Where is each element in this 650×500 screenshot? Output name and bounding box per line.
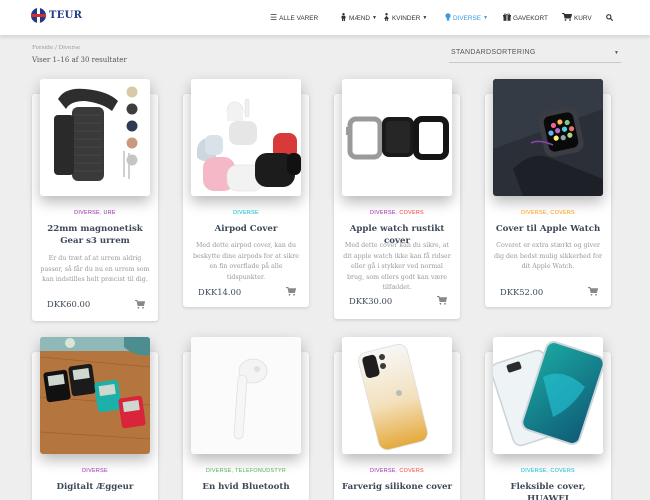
product-categories: DIVERSE, URE: [74, 210, 116, 216]
product-image[interactable]: [493, 337, 603, 454]
flag-icon: [31, 8, 46, 23]
category-link[interactable]: COVERS: [550, 210, 575, 216]
category-link[interactable]: DIVERSE: [370, 468, 396, 474]
product-description: Er du træt af at urrem aldrig passer, så…: [40, 255, 150, 283]
product-card[interactable]: DIVERSE, TELEFONUDSTYR En hvid Bluetooth: [183, 337, 309, 500]
nav-label: MÆND: [349, 14, 370, 22]
product-categories: DIVERSE, COVERS: [370, 210, 424, 216]
product-title[interactable]: Farverig silikone cover: [340, 481, 454, 493]
nav-label: KVINDER: [392, 14, 421, 22]
gift-icon: [503, 13, 511, 23]
silicone-cover-image: [342, 337, 452, 454]
product-price: DKK14.00: [198, 287, 242, 297]
category-link[interactable]: COVERS: [399, 210, 424, 216]
category-link[interactable]: DIVERSE: [521, 468, 547, 474]
nav-item-kvinder[interactable]: KVINDER ▼: [383, 13, 427, 23]
category-link[interactable]: TELEFONUDSTYR: [235, 468, 286, 474]
sort-select[interactable]: STANDARDSORTERING ▼: [449, 47, 621, 63]
sort-value: STANDARDSORTERING: [451, 49, 536, 56]
egg-timer-image: [40, 337, 150, 454]
product-image[interactable]: [493, 79, 603, 196]
main-nav: ☰ ALLE VARER MÆND ▼ KVINDER ▼ DIVERSE ▼: [270, 11, 650, 25]
product-title[interactable]: Digitalt Æggeur: [38, 481, 152, 493]
chevron-down-icon: ▼: [422, 15, 428, 21]
watch-strap-image: [40, 79, 150, 196]
product-categories: DIVERSE, COVERS: [521, 210, 575, 216]
bulb-icon: [445, 13, 451, 23]
top-navbar: TEUR ☰ ALLE VARER MÆND ▼ KVINDER ▼ DIVER…: [0, 0, 650, 35]
woman-icon: [383, 13, 390, 23]
product-description: Coveret er extra stærkt og giver dig den…: [493, 242, 603, 270]
product-title[interactable]: Airpod Cover: [189, 223, 303, 235]
nav-item-alle-varer[interactable]: ☰ ALLE VARER: [270, 14, 318, 22]
product-image[interactable]: [342, 79, 452, 196]
product-price: DKK52.00: [500, 287, 544, 297]
category-link[interactable]: DIVERSE: [74, 210, 100, 216]
cart-icon: [562, 13, 573, 23]
nav-item-diverse[interactable]: DIVERSE ▼: [445, 13, 488, 23]
product-price: DKK60.00: [47, 299, 91, 309]
product-card[interactable]: DIVERSE, COVERS Apple watch rustikt cove…: [334, 79, 460, 319]
add-to-cart-icon[interactable]: [437, 296, 447, 305]
nav-label: KURV: [574, 14, 592, 22]
category-link[interactable]: COVERS: [399, 468, 424, 474]
nav-label: DIVERSE: [453, 14, 482, 22]
man-icon: [340, 13, 347, 23]
product-card[interactable]: DIVERSE, COVERS Farverig silikone cover: [334, 337, 460, 500]
product-categories: DIVERSE: [183, 210, 309, 216]
category-link[interactable]: URE: [104, 210, 116, 216]
product-price: DKK30.00: [349, 296, 393, 306]
add-to-cart-icon[interactable]: [135, 300, 145, 309]
search-icon: [606, 13, 614, 23]
category-link[interactable]: DIVERSE: [521, 210, 547, 216]
search-button[interactable]: [606, 13, 614, 23]
nav-item-kurv[interactable]: KURV: [562, 13, 592, 23]
product-title[interactable]: 22mm magnonetisk Gear s3 urrem: [38, 223, 152, 247]
add-to-cart-icon[interactable]: [588, 287, 598, 296]
product-image[interactable]: [191, 337, 301, 454]
add-to-cart-icon[interactable]: [286, 287, 296, 296]
product-description: Med dette airpod cover, kan du beskytte …: [192, 242, 300, 281]
nav-label: ALLE VARER: [279, 14, 319, 22]
chevron-down-icon: ▼: [483, 15, 489, 21]
product-image[interactable]: [40, 337, 150, 454]
product-image[interactable]: [342, 337, 452, 454]
product-card[interactable]: DIVERSE, COVERS Cover til Apple Watch Co…: [485, 79, 611, 307]
huawei-cover-image: [493, 337, 603, 454]
brand-logo[interactable]: TEUR: [31, 8, 82, 23]
brand-name: TEUR: [49, 10, 83, 21]
category-link[interactable]: DIVERSE: [82, 468, 108, 474]
product-description: Med dette cover kan du sikre, at dit app…: [343, 242, 451, 291]
product-title[interactable]: Fleksible cover, HUAWEI: [491, 481, 605, 500]
bluetooth-earbud-image: [191, 337, 301, 454]
product-image[interactable]: [40, 79, 150, 196]
result-count: Viser 1–16 af 30 resultater: [32, 56, 127, 64]
product-title[interactable]: Cover til Apple Watch: [491, 223, 605, 235]
category-link[interactable]: DIVERSE: [233, 210, 259, 216]
category-link[interactable]: COVERS: [550, 468, 575, 474]
product-categories: DIVERSE, TELEFONUDSTYR: [205, 468, 287, 474]
list-icon: ☰: [270, 13, 278, 22]
dropdown-arrow-icon: ▼: [614, 50, 619, 56]
airpod-cover-image: [191, 79, 301, 196]
nav-item-maend[interactable]: MÆND ▼: [340, 13, 377, 23]
product-card[interactable]: DIVERSE, COVERS Fleksible cover, HUAWEI: [485, 337, 611, 500]
product-image[interactable]: [191, 79, 301, 196]
product-card[interactable]: DIVERSE Digitalt Æggeur: [32, 337, 158, 500]
product-categories: DIVERSE, COVERS: [521, 468, 575, 474]
watch-cover-image: [493, 79, 603, 196]
apple-watch-cover-image: [342, 79, 452, 196]
nav-item-gavekort[interactable]: GAVEKORT: [503, 13, 548, 23]
product-categories: DIVERSE: [32, 468, 158, 474]
product-card[interactable]: DIVERSE Airpod Cover Med dette airpod co…: [183, 79, 309, 307]
category-link[interactable]: DIVERSE: [206, 468, 232, 474]
product-categories: DIVERSE, COVERS: [370, 468, 424, 474]
chevron-down-icon: ▼: [371, 15, 377, 21]
category-link[interactable]: DIVERSE: [370, 210, 396, 216]
product-card[interactable]: DIVERSE, URE 22mm magnonetisk Gear s3 ur…: [32, 79, 158, 321]
breadcrumb[interactable]: Forside / Diverse: [32, 45, 80, 51]
nav-label: GAVEKORT: [513, 14, 548, 22]
product-title[interactable]: En hvid Bluetooth: [189, 481, 303, 493]
